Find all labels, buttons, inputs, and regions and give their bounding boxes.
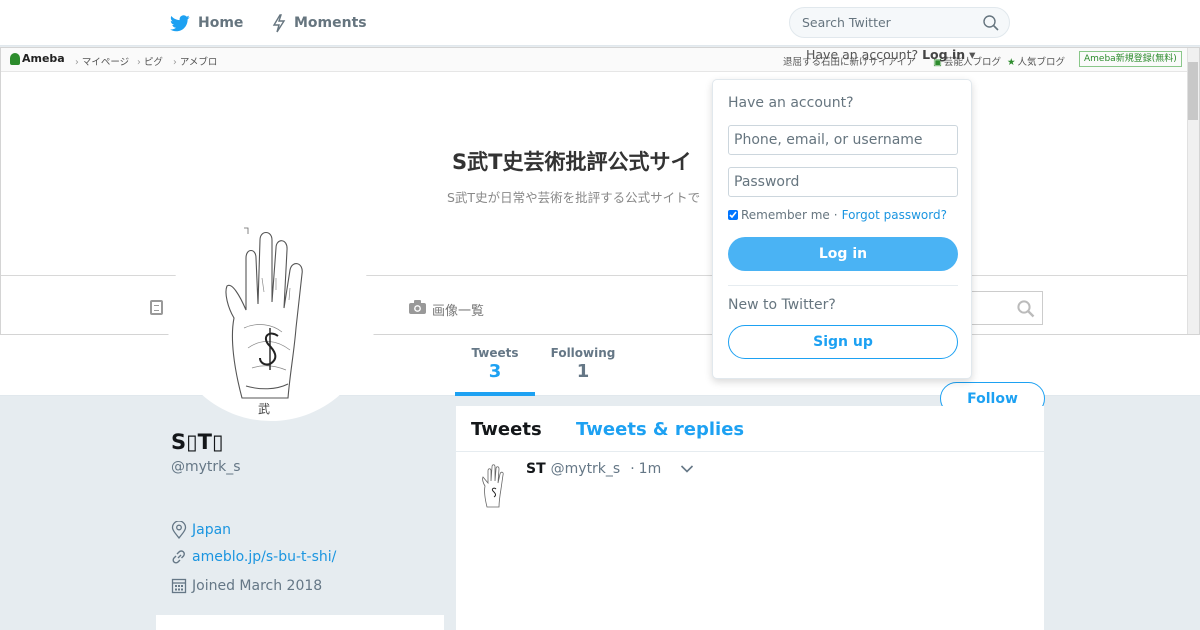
profile-handle: @mytrk_s (171, 459, 241, 475)
blog-title: S武T史芸術批評公式サイ (452, 150, 692, 174)
nav-moments[interactable]: Moments (272, 0, 367, 46)
remember-checkbox[interactable] (728, 210, 738, 220)
location-pin-icon (171, 521, 187, 539)
tweet-timestamp[interactable]: 1m (639, 461, 662, 477)
dropdown-divider (728, 285, 958, 286)
sidebar-card (156, 615, 444, 630)
ameba-link-mypage: マイページ (75, 54, 129, 68)
stat-tweets-count: 3 (488, 361, 502, 382)
ameba-link-ameblo: アメブロ (173, 54, 218, 68)
document-icon (150, 300, 163, 315)
timeline: Tweets Tweets & replies ST @mytrk_s · 1m (456, 406, 1044, 630)
profile-location: Japan (171, 521, 231, 539)
stat-following-label: Following (550, 346, 616, 360)
joined-text: Joined March 2018 (192, 577, 323, 594)
website-link[interactable]: ameblo.jp/s-bu-t-shi/ (192, 549, 336, 565)
svg-text:武: 武 (258, 402, 270, 416)
tweet-separator: · (630, 461, 635, 477)
top-nav: Home Moments (0, 0, 1200, 46)
new-to-twitter-label: New to Twitter? (728, 297, 836, 313)
stat-tweets[interactable]: Tweets 3 (455, 346, 535, 396)
dropdown-title: Have an account? (728, 95, 854, 111)
star-icon: ★ (1007, 57, 1016, 68)
profile-joined: Joined March 2018 (171, 577, 322, 594)
ameba-logo: Ameba (10, 52, 65, 65)
remember-separator: · (833, 208, 838, 222)
link-icon (172, 550, 185, 564)
banner-scrollbar (1187, 48, 1199, 334)
tweet-item[interactable]: ST @mytrk_s · 1m (456, 453, 1044, 630)
nav-home[interactable]: Home (170, 0, 243, 46)
hand-drawing-avatar-image: 武 (216, 227, 303, 416)
stat-following-count: 1 (576, 361, 590, 382)
banner-scroll-thumb (1188, 62, 1198, 120)
hand-drawing-avatar-thumb (482, 464, 504, 508)
caret-down-icon: ▾ (965, 47, 976, 62)
location-link[interactable]: Japan (192, 522, 231, 538)
chevron-down-icon[interactable] (680, 464, 694, 474)
profile-url: ameblo.jp/s-bu-t-shi/ (171, 549, 336, 565)
tab-tweets[interactable]: Tweets (471, 419, 542, 440)
tweet-header: ST @mytrk_s · 1m (526, 461, 661, 477)
login-button[interactable]: Log in (728, 237, 958, 271)
ameba-popular-2: ★ 人気ブログ (1007, 57, 1066, 68)
tweet-avatar[interactable] (470, 461, 518, 509)
search-input[interactable] (802, 15, 972, 30)
tweet-author-handle[interactable]: @mytrk_s (551, 461, 621, 477)
blog-search-box (963, 291, 1043, 325)
search-icon[interactable] (983, 15, 999, 31)
tab-tweets-replies[interactable]: Tweets & replies (576, 419, 744, 440)
avatar[interactable]: 武 (167, 213, 375, 421)
tweet-author-name[interactable]: ST (526, 461, 546, 477)
username-field[interactable] (728, 125, 958, 155)
ameba-leaf-icon (10, 52, 20, 65)
calendar-icon (171, 578, 187, 594)
profile-name: S▯T▯ (171, 430, 224, 454)
ameba-link-pigg: ピグ (137, 54, 163, 68)
camera-icon (409, 300, 426, 314)
image-list-label: 画像一覧 (432, 304, 485, 319)
twitter-bird-icon (170, 14, 190, 31)
nav-home-label: Home (198, 15, 244, 31)
lightning-icon (272, 13, 286, 32)
password-field[interactable] (728, 167, 958, 197)
search-box (789, 7, 1010, 38)
blog-search-icon (1017, 300, 1035, 318)
nav-moments-label: Moments (294, 15, 367, 31)
stat-following[interactable]: Following 1 (549, 346, 617, 382)
ameba-header-bar: Ameba マイページ ピグ アメブロ 退屈する石田に新けサイアイア ▣芸能人ブ… (1, 48, 1187, 72)
remember-row: Remember me · Forgot password? (728, 208, 947, 222)
timeline-tabs: Tweets Tweets & replies (456, 406, 1044, 452)
blog-subtitle: S武T史が日常や芸術を批評する公式サイトで (447, 190, 701, 205)
remember-label: Remember me (741, 208, 830, 222)
signup-button[interactable]: Sign up (728, 325, 958, 359)
forgot-password-link[interactable]: Forgot password? (842, 208, 947, 222)
login-toggle[interactable]: Have an account? Log in ▾ (806, 47, 976, 62)
login-dropdown: Have an account? Remember me · Forgot pa… (712, 79, 972, 379)
ameba-register-link: Ameba新規登録(無料) (1079, 51, 1182, 67)
stat-tweets-label: Tweets (471, 346, 519, 360)
